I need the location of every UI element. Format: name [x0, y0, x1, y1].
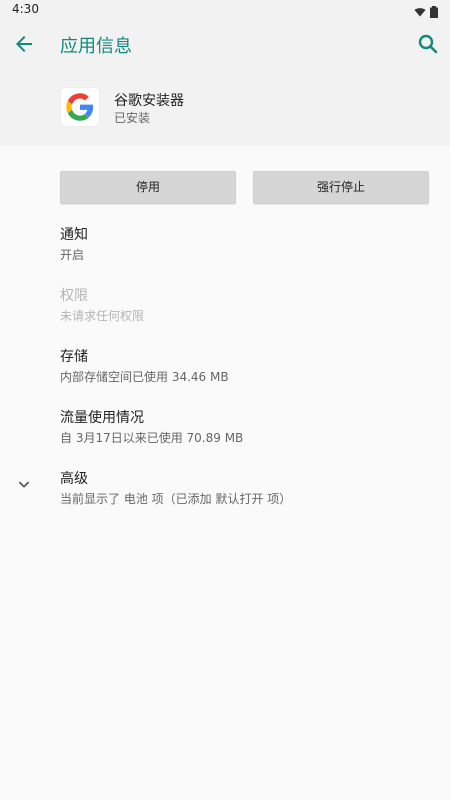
disable-button[interactable]: 停用: [60, 171, 236, 204]
search-icon[interactable]: [416, 32, 440, 56]
data-usage-title: 流量使用情况: [60, 410, 144, 426]
app-install-status: 已安装: [114, 111, 151, 125]
permissions-title: 权限: [60, 288, 88, 304]
app-name: 谷歌安装器: [114, 93, 184, 109]
app-header: 谷歌安装器 已安装: [0, 68, 450, 146]
status-bar: 4:30: [0, 0, 450, 20]
arrow-back-icon[interactable]: [12, 32, 36, 56]
advanced-subtitle: 当前显示了 电池 项（已添加 默认打开 项）: [60, 492, 292, 506]
notifications-item[interactable]: 通知 开启: [60, 224, 420, 263]
advanced-title: 高级: [60, 471, 88, 487]
notifications-subtitle: 开启: [60, 248, 85, 262]
permissions-subtitle: 未请求任何权限: [60, 309, 145, 323]
app-bar: 应用信息: [0, 20, 450, 68]
storage-subtitle: 内部存储空间已使用 34.46 MB: [60, 370, 229, 384]
advanced-item[interactable]: 高级 当前显示了 电池 项（已添加 默认打开 项）: [60, 468, 420, 507]
data-usage-item[interactable]: 流量使用情况 自 3月17日以来已使用 70.89 MB: [60, 407, 420, 446]
chevron-down-icon[interactable]: [14, 475, 34, 495]
data-usage-subtitle: 自 3月17日以来已使用 70.89 MB: [60, 431, 244, 445]
page-title: 应用信息: [60, 36, 132, 57]
force-stop-button[interactable]: 强行停止: [253, 171, 429, 204]
storage-title: 存储: [60, 349, 88, 365]
storage-item[interactable]: 存储 内部存储空间已使用 34.46 MB: [60, 346, 420, 385]
status-time: 4:30: [12, 2, 39, 16]
notifications-title: 通知: [60, 227, 88, 243]
google-g-icon: [60, 87, 100, 127]
permissions-item: 权限 未请求任何权限: [60, 285, 420, 324]
